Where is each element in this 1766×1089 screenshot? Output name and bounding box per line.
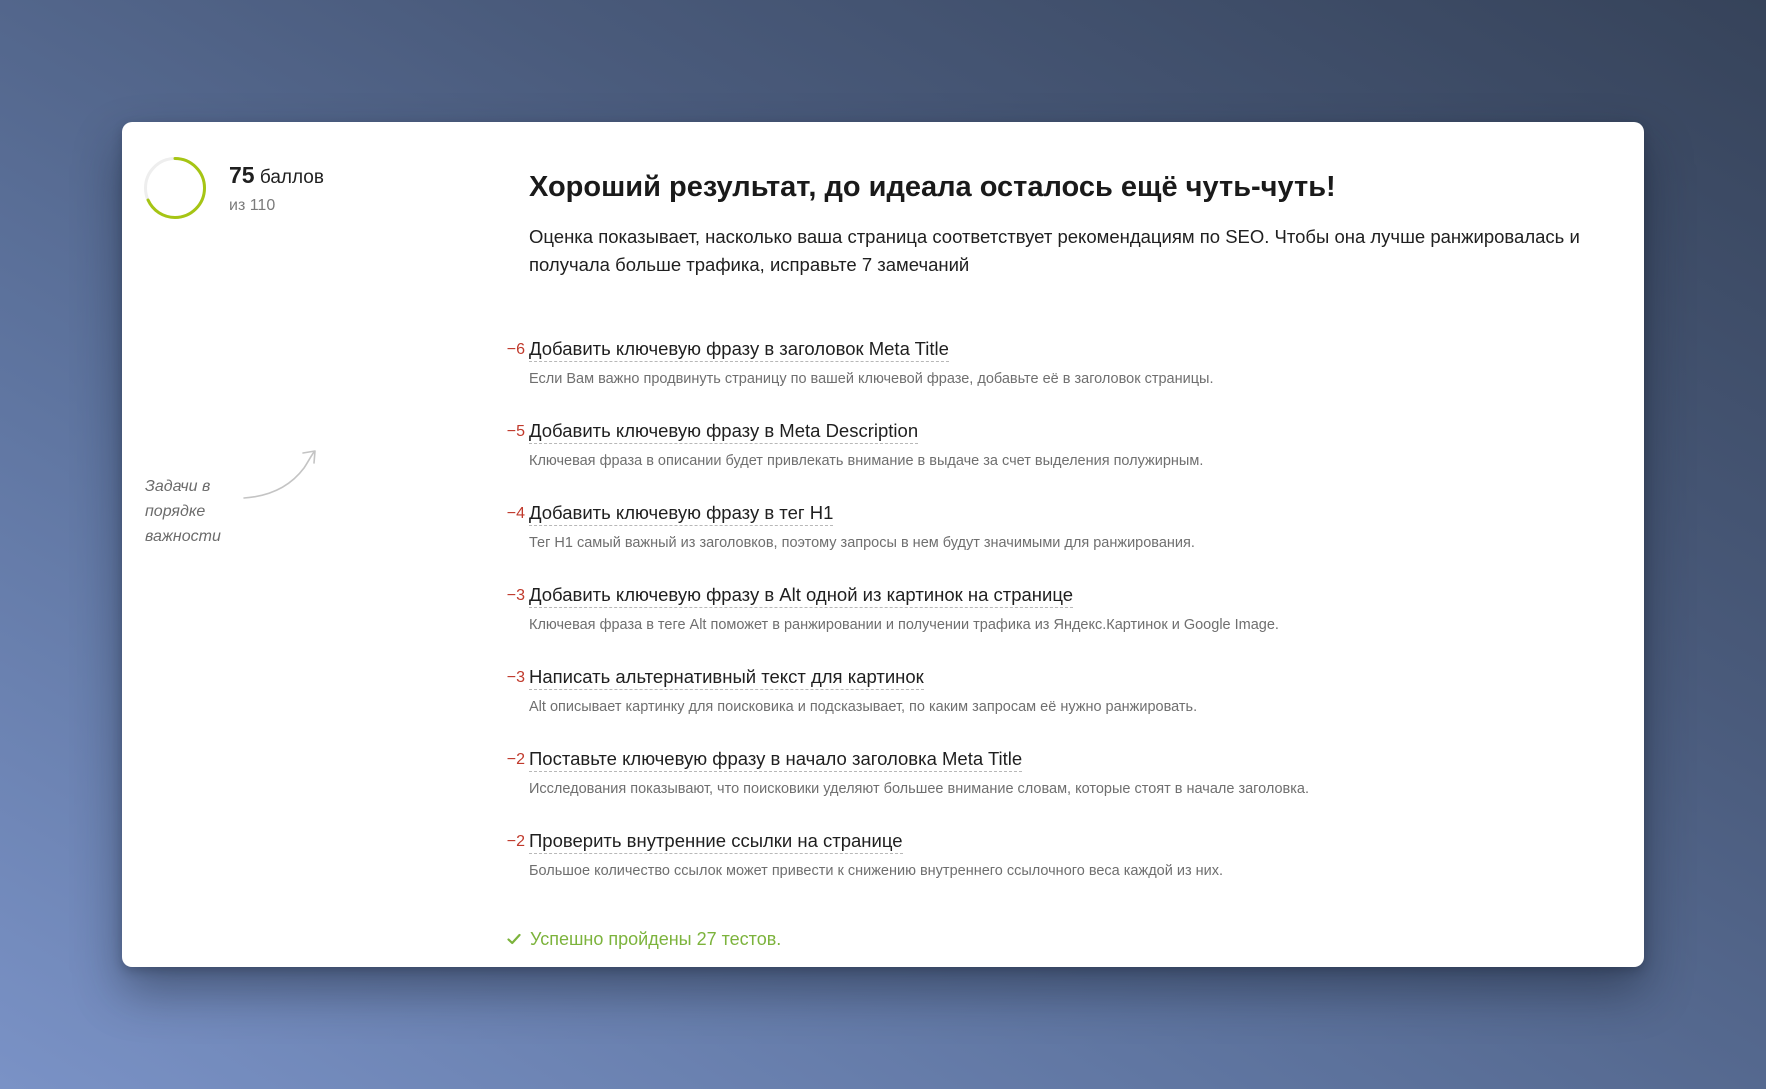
task-item: −3 Добавить ключевую фразу в Alt одной и… bbox=[492, 582, 1622, 664]
task-description: Большое количество ссылок может привести… bbox=[529, 863, 1224, 879]
task-description: Тег H1 самый важный из заголовков, поэто… bbox=[529, 535, 1195, 551]
task-item: −3 Написать альтернативный текст для кар… bbox=[492, 664, 1622, 746]
task-penalty: −6 bbox=[506, 341, 525, 358]
task-penalty: −2 bbox=[506, 751, 525, 768]
hint-line: важности bbox=[145, 528, 221, 545]
task-title-link[interactable]: Добавить ключевую фразу в Alt одной из к… bbox=[529, 584, 1074, 608]
score-progress-ring bbox=[144, 157, 206, 219]
task-description: Если Вам важно продвинуть страницу по ва… bbox=[529, 371, 1214, 387]
task-list: −6 Добавить ключевую фразу в заголовок M… bbox=[492, 336, 1622, 910]
task-penalty: −2 bbox=[506, 833, 525, 850]
task-description: Alt описывает картинку для поисковика и … bbox=[529, 699, 1198, 715]
task-title-link[interactable]: Добавить ключевую фразу в тег H1 bbox=[529, 502, 834, 526]
task-item: −2 Поставьте ключевую фразу в начало заг… bbox=[492, 746, 1622, 828]
curved-arrow-icon bbox=[243, 450, 316, 499]
passed-tests-label: Успешно пройдены 27 тестов. bbox=[530, 929, 782, 949]
hint-line: Задачи в bbox=[145, 478, 211, 495]
tasks-order-hint: Задачи в порядке важности bbox=[145, 474, 221, 549]
score-value-line: 75 баллов bbox=[229, 162, 324, 189]
hint-line: порядке bbox=[145, 503, 206, 520]
task-penalty: −3 bbox=[506, 669, 525, 686]
task-item: −5 Добавить ключевую фразу в Meta Descri… bbox=[492, 418, 1622, 500]
passed-tests-link[interactable]: Успешно пройдены 27 тестов. bbox=[506, 929, 781, 950]
task-description: Ключевая фраза в описании будет привлека… bbox=[529, 453, 1204, 469]
task-item: −6 Добавить ключевую фразу в заголовок M… bbox=[492, 336, 1622, 418]
task-description: Исследования показывают, что поисковики … bbox=[529, 781, 1310, 797]
seo-score-card: 75 баллов из 110 Задачи в порядке важнос… bbox=[122, 122, 1644, 967]
task-penalty: −4 bbox=[506, 505, 525, 522]
task-description: Ключевая фраза в теге Alt поможет в ранж… bbox=[529, 617, 1279, 633]
score-max: из 110 bbox=[229, 197, 276, 214]
result-description: Оценка показывает, насколько ваша страни… bbox=[529, 226, 1580, 275]
result-headline: Хороший результат, до идеала осталось ещ… bbox=[529, 171, 1336, 203]
score-unit: баллов bbox=[259, 167, 324, 188]
task-title-link[interactable]: Добавить ключевую фразу в Meta Descripti… bbox=[529, 420, 919, 444]
task-title-link[interactable]: Проверить внутренние ссылки на странице bbox=[529, 830, 903, 854]
task-item: −2 Проверить внутренние ссылки на страни… bbox=[492, 828, 1622, 910]
task-title-link[interactable]: Поставьте ключевую фразу в начало заголо… bbox=[529, 748, 1023, 772]
task-item: −4 Добавить ключевую фразу в тег H1 Тег … bbox=[492, 500, 1622, 582]
task-penalty: −5 bbox=[506, 423, 525, 440]
task-title-link[interactable]: Написать альтернативный текст для картин… bbox=[529, 666, 924, 690]
task-title-link[interactable]: Добавить ключевую фразу в заголовок Meta… bbox=[529, 338, 949, 362]
task-penalty: −3 bbox=[506, 587, 525, 604]
score-value: 75 bbox=[229, 162, 255, 188]
check-icon bbox=[507, 933, 521, 945]
